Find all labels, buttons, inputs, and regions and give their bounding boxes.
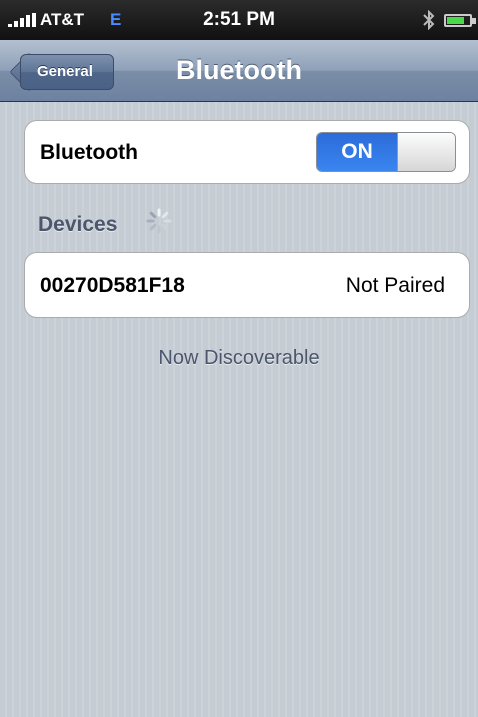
bluetooth-toggle-row: Bluetooth ON — [24, 120, 470, 184]
battery-icon — [444, 14, 472, 27]
toggle-on-label: ON — [317, 133, 397, 171]
bluetooth-icon — [423, 10, 435, 30]
discoverable-status-text: Now Discoverable — [158, 347, 320, 369]
loading-spinner-icon — [146, 208, 172, 234]
navigation-bar: General Bluetooth — [0, 40, 478, 102]
device-status: Not Paired — [345, 274, 445, 297]
toggle-knob[interactable] — [397, 133, 455, 171]
devices-section-header: Devices — [38, 213, 118, 236]
bluetooth-label: Bluetooth — [40, 141, 138, 164]
clock: 2:51 PM — [203, 9, 275, 30]
device-name: 00270D581F18 — [40, 274, 185, 297]
status-bar: AT&T E 2:51 PM — [0, 0, 478, 40]
page-title: Bluetooth — [176, 55, 302, 85]
list-item[interactable]: 00270D581F18 Not Paired — [24, 252, 470, 318]
bluetooth-toggle[interactable]: ON — [316, 132, 456, 172]
